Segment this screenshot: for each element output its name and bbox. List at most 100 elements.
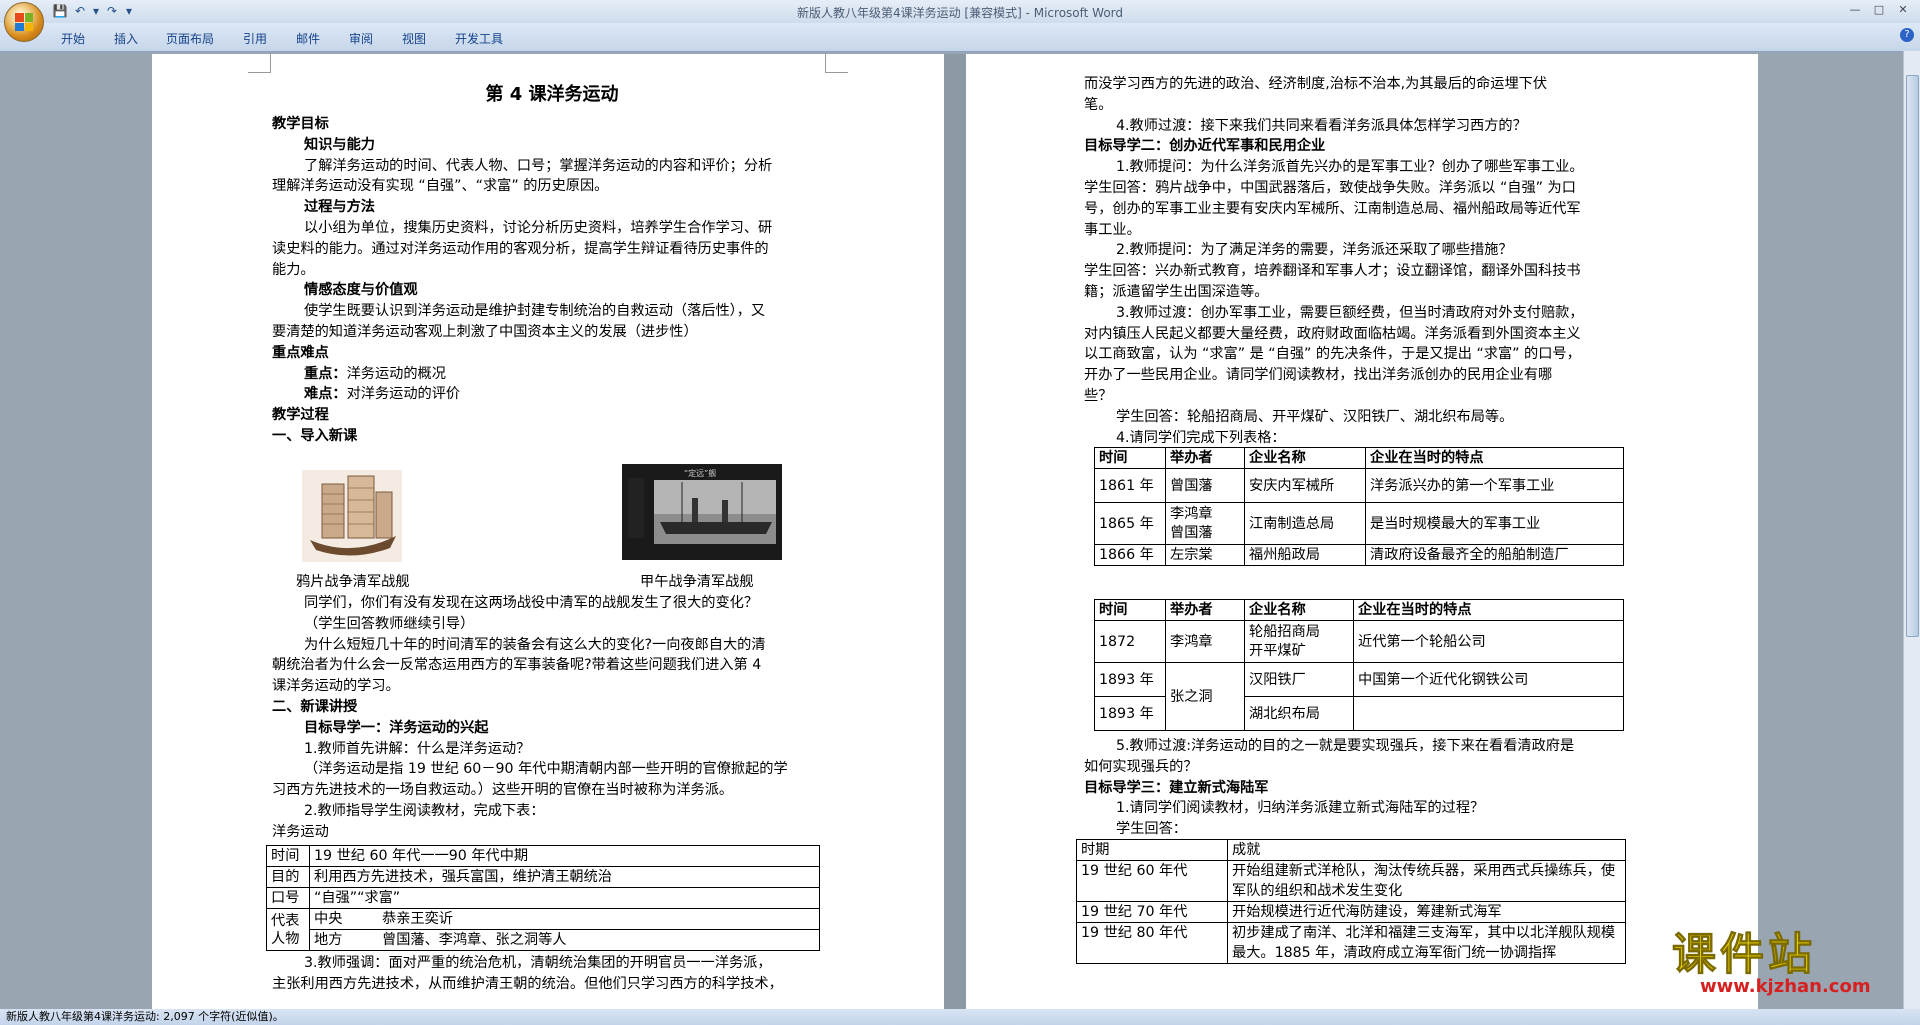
minimize-icon[interactable]: — (1844, 2, 1866, 18)
paragraph: 使学生既要认识到洋务运动是维护封建专制统治的自救运动（落后性），又 (304, 303, 766, 320)
title-bar: 💾 ↶ ▾ ↷ ▾ 新版人教八年级第4课洋务运动 [兼容模式] - Micros… (0, 0, 1920, 23)
table-row: 19 世纪 70 年代 开始规模进行近代海防建设，筹建新式海军 (1076, 901, 1626, 923)
document-page-1[interactable]: 第 4 课洋务运动 教学目标 知识与能力 了解洋务运动的时间、代表人物、口号；掌… (152, 54, 944, 1012)
paragraph: 1.教师首先讲解：什么是洋务运动？ (304, 740, 531, 757)
table-cell: 江南制造总局 (1244, 502, 1366, 545)
table-row: 时间 19 世纪 60 年代一一90 年代中期 (266, 845, 820, 867)
table-row: 19 世纪 80 年代 初步建成了南洋、北洋和福建三支海军，其中以北洋舰队规模最… (1076, 922, 1626, 964)
tab-insert[interactable]: 插入 (114, 30, 138, 47)
image-caption-2: 甲午战争清军战舰 (640, 574, 754, 590)
table-cell: 洋务派兴办的第一个军事工业 (1365, 468, 1624, 503)
table-row: 代表人物 中央 恭亲王奕䜣 (266, 908, 820, 951)
paragraph: 4.请同学们完成下列表格： (1116, 429, 1286, 446)
paragraph: 1.教师提问：为什么洋务派首先兴办的是军事工业？创办了哪些军事工业。 (1116, 159, 1584, 176)
table-header: 时间 (1094, 447, 1166, 469)
document-title: 第 4 课洋务运动 (485, 84, 619, 105)
office-button[interactable] (4, 2, 44, 42)
page-gap (944, 54, 966, 1012)
table-cell: 湖北织布局 (1244, 696, 1354, 731)
tab-references[interactable]: 引用 (243, 30, 267, 47)
table-cell: 左宗棠 (1165, 544, 1245, 566)
maximize-icon[interactable]: □ (1868, 2, 1890, 18)
table-cell: 1861 年 (1094, 468, 1166, 503)
table-header: 时间 (1094, 599, 1166, 621)
table-row: 1861 年 曾国藩 安庆内军械所 洋务派兴办的第一个军事工业 (1094, 468, 1624, 503)
paragraph: 对内镇压人民起义都要大量经费，政府财政面临枯竭。洋务派看到外国资本主义 (1084, 325, 1581, 342)
table-cell: 安庆内军械所 (1244, 468, 1366, 503)
table-row: 地方 曾国藩、李鸿章、张之洞等人 (267, 929, 820, 951)
table-row: 时间 举办者 企业名称 企业在当时的特点 (1094, 599, 1624, 621)
paragraph: 以工商致富，认为 “求富” 是 “自强” 的先决条件，于是又提出 “求富” 的口… (1084, 346, 1581, 363)
paragraph: 号，创办的军事工业主要有安庆内军械所、江南制造总局、福州船政局等近代军 (1084, 200, 1581, 217)
table-header: 企业名称 (1244, 447, 1366, 469)
paragraph: 而没学习西方的先进的政治、经济制度,治标不治本,为其最后的命运埋下伏 (1084, 76, 1548, 92)
paragraph: 课洋务运动的学习。 (272, 678, 400, 695)
table-header: 企业在当时的特点 (1353, 599, 1624, 621)
paragraph: 2.教师提问：为了满足洋务的需要，洋务派还采取了哪些措施？ (1116, 242, 1513, 259)
paragraph: 为什么短短几十年的时间清军的装备会有这么大的变化?一向夜郎自大的清 (304, 636, 766, 653)
paragraph: 笔。 (1084, 96, 1113, 113)
table-cell: 李鸿章 曾国藩 (1165, 502, 1245, 545)
junk-ship-image (302, 470, 402, 562)
table-cell: 初步建成了南洋、北洋和福建三支海军，其中以北洋舰队规模最大。1885 年，清政府… (1227, 922, 1626, 964)
table-cell: 目的 (266, 866, 310, 888)
tab-review[interactable]: 审阅 (349, 30, 373, 47)
table-cell: 曾国藩 (1165, 468, 1245, 503)
table-cell: 中央 (309, 908, 378, 930)
navy-army-table: 时期 成就 19 世纪 60 年代 开始组建新式洋枪队，淘汰传统兵器，采用西式兵… (1076, 839, 1626, 964)
paragraph: 学生回答： (1116, 821, 1187, 838)
dingyuan-ship-image: “定远”舰 (622, 464, 782, 560)
tab-view[interactable]: 视图 (402, 30, 426, 47)
heading: 目标导学二：创办近代军事和民用企业 (1084, 138, 1326, 155)
table-row: 1865 年 李鸿章 曾国藩 江南制造总局 是当时规模最大的军事工业 (1094, 502, 1624, 545)
window-title: 新版人教八年级第4课洋务运动 [兼容模式] - Microsoft Word (796, 6, 1124, 20)
table-cell: 李鸿章 (1165, 620, 1245, 663)
paragraph: 主张利用西方先进技术，从而维护清王朝的统治。但他们只学习西方的科学技术， (272, 975, 783, 992)
subheading: 过程与方法 (304, 199, 375, 216)
table-row: 1893 年 张之洞 汉阳铁厂 中国第一个近代化钢铁公司 (1094, 662, 1624, 731)
paragraph: 3.教师过渡：创办军事工业，需要巨额经费，但当时清政府对外支付赔款， (1116, 304, 1584, 321)
office-logo-icon (15, 13, 33, 31)
status-bar: 新版人教八年级第4课洋务运动: 2,097 个字符(近似值)。 (0, 1009, 1920, 1025)
paragraph: 了解洋务运动的时间、代表人物、口号；掌握洋务运动的内容和评价；分析 (304, 157, 773, 174)
paragraph: 2.教师指导学生阅读教材，完成下表： (304, 802, 545, 819)
paragraph: 开办了一些民用企业。请同学们阅读教材，找出洋务派创办的民用企业有哪 (1084, 367, 1553, 384)
vertical-scrollbar[interactable] (1903, 51, 1920, 1009)
table-cell: 1872 (1094, 620, 1166, 663)
image-caption-1: 鸦片战争清军战舰 (296, 574, 410, 590)
table-row: 时期 成就 (1076, 839, 1626, 861)
paragraph: 习西方先进技术的一场自救运动。）这些开明的官僚在当时被称为洋务派。 (272, 782, 734, 799)
tab-home[interactable]: 开始 (61, 30, 85, 47)
subheading: 知识与能力 (304, 136, 375, 153)
heading: 一、导入新课 (272, 427, 358, 444)
paragraph: 些？ (1084, 387, 1113, 404)
table-cell: 19 世纪 60 年代一一90 年代中期 (309, 845, 820, 867)
document-page-2[interactable]: 而没学习西方的先进的政治、经济制度,治标不治本,为其最后的命运埋下伏 笔。 4.… (966, 54, 1758, 1012)
table-cell: 开始规模进行近代海防建设，筹建新式海军 (1227, 901, 1626, 923)
table-cell: 口号 (266, 887, 310, 909)
subheading: 情感态度与价值观 (304, 282, 418, 299)
scrollbar-thumb[interactable] (1906, 75, 1919, 637)
table-cell: 1893 年 (1094, 696, 1166, 731)
table-header: 企业在当时的特点 (1365, 447, 1624, 469)
table-cell: 19 世纪 60 年代 (1076, 860, 1228, 902)
tab-mailings[interactable]: 邮件 (296, 30, 320, 47)
table-header: 企业名称 (1244, 599, 1354, 621)
table-cell: 19 世纪 80 年代 (1076, 922, 1228, 964)
paragraph: 学生回答：轮船招商局、开平煤矿、汉阳铁厂、湖北织布局等。 (1116, 408, 1514, 425)
table-cell: 恭亲王奕䜣 (378, 908, 820, 930)
table-row: 目的 利用西方先进技术，强兵富国，维护清王朝统治 (266, 866, 820, 888)
watermark-logo: 课件站 www.kjzhan.com (1660, 918, 1920, 1009)
yangwu-summary-table: 时间 19 世纪 60 年代一一90 年代中期 目的 利用西方先进技术，强兵富国… (266, 845, 820, 951)
table-header: 举办者 (1165, 599, 1245, 621)
table-cell: 1866 年 (1094, 544, 1166, 566)
paragraph: 以小组为单位，搜集历史资料，讨论分析历史资料，培养学生合作学习、研 (304, 219, 773, 236)
close-icon[interactable]: ✕ (1892, 2, 1914, 18)
tab-page-layout[interactable]: 页面布局 (166, 30, 214, 47)
tab-developer[interactable]: 开发工具 (455, 30, 503, 47)
table-cell: 地方 (309, 929, 378, 951)
heading: 目标导学三：建立新式海陆军 (1084, 779, 1269, 796)
help-icon[interactable]: ? (1900, 28, 1914, 42)
label: 重点： (304, 365, 347, 382)
paragraph: 学生回答：鸦片战争中，中国武器落后，致使战争失败。洋务派以 “自强” 为口 (1084, 179, 1576, 196)
